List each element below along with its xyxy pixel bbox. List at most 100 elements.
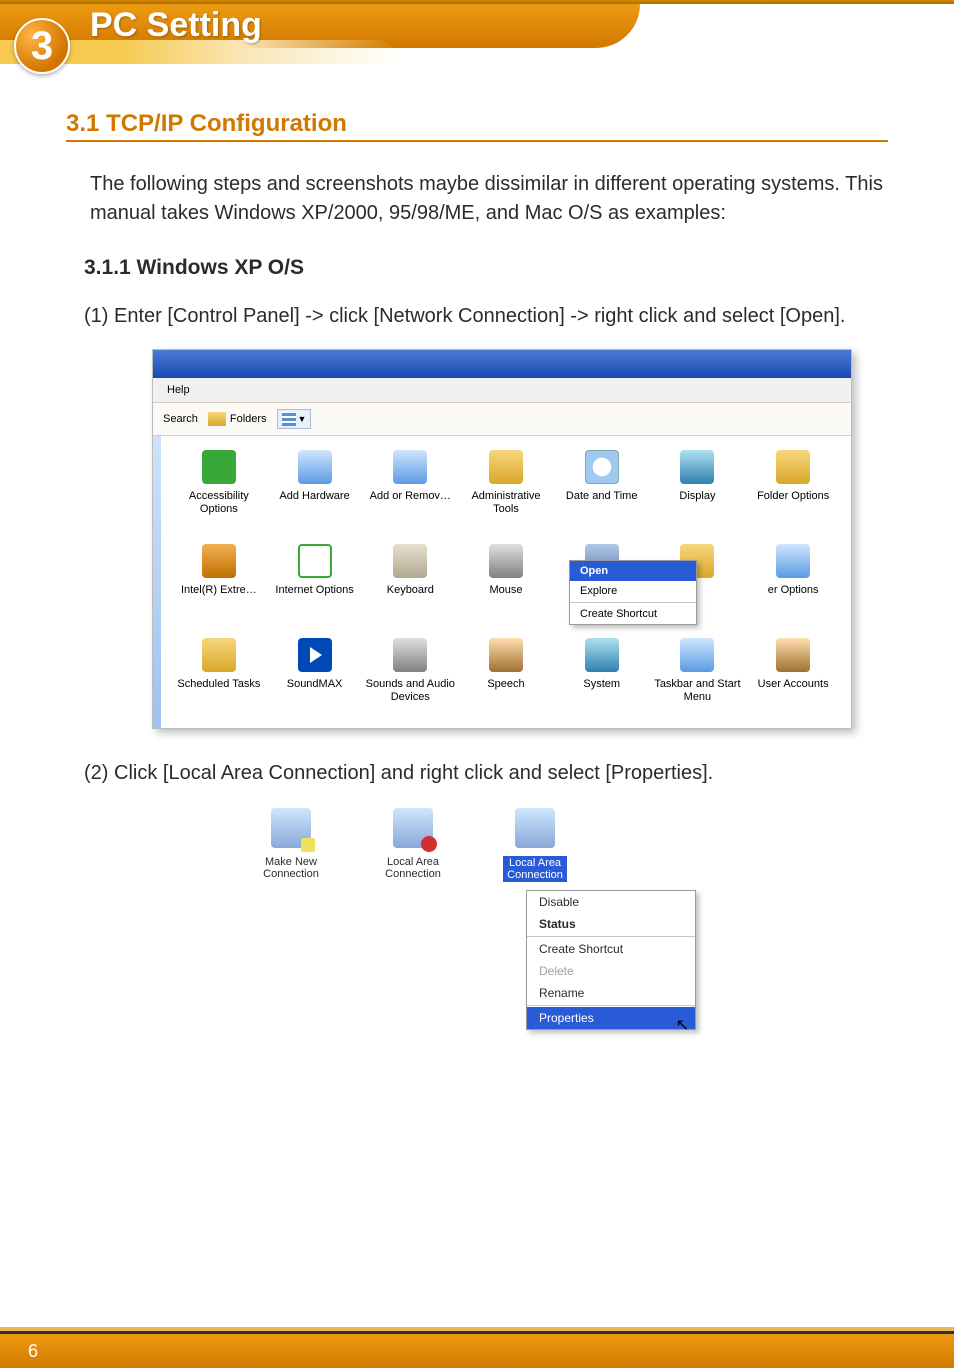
item-label: Administrative Tools	[460, 490, 552, 516]
side-panel	[153, 436, 161, 728]
user-accounts-icon	[776, 638, 810, 672]
icon-grid: Accessibility Options Add Hardware Add o…	[161, 436, 851, 728]
context-menu-rename[interactable]: Rename	[527, 982, 695, 1004]
item-date-time[interactable]: Date and Time	[556, 450, 648, 540]
section-heading: 3.1 TCP/IP Configuration	[66, 110, 888, 142]
context-menu-create-shortcut[interactable]: Create Shortcut	[570, 604, 696, 624]
item-speech[interactable]: Speech	[460, 638, 552, 728]
control-panel-body: Accessibility Options Add Hardware Add o…	[153, 436, 851, 728]
folder-options-icon	[776, 450, 810, 484]
toolbar-views[interactable]: ▼	[277, 409, 312, 429]
item-add-hardware[interactable]: Add Hardware	[269, 450, 361, 540]
item-label: Sounds and Audio Devices	[364, 678, 456, 704]
toolbar-folders[interactable]: Folders	[208, 412, 267, 426]
item-display[interactable]: Display	[652, 450, 744, 540]
soundmax-icon	[298, 638, 332, 672]
item-label: Intel(R) Extre…	[173, 584, 265, 597]
make-new-connection-icon	[271, 808, 311, 848]
step-1-text: (1) Enter [Control Panel] -> click [Netw…	[84, 302, 888, 331]
item-label: Taskbar and Start Menu	[652, 678, 744, 704]
display-icon	[680, 450, 714, 484]
dropdown-arrow-icon: ▼	[298, 414, 307, 424]
admin-tools-icon	[489, 450, 523, 484]
local-area-connection-icon	[515, 808, 555, 848]
internet-options-icon	[298, 544, 332, 578]
properties-label: Properties	[539, 1011, 594, 1025]
item-label: Make New Connection	[236, 856, 346, 880]
context-menu-explore[interactable]: Explore	[570, 581, 696, 601]
intel-icon	[202, 544, 236, 578]
window-titlebar	[153, 350, 851, 378]
chapter-title: PC Setting	[90, 6, 262, 45]
folder-icon	[208, 412, 226, 426]
item-keyboard[interactable]: Keyboard	[364, 544, 456, 634]
item-label: Local Area Connection	[358, 856, 468, 880]
item-make-new-connection[interactable]: Make New Connection	[236, 808, 346, 948]
item-label: Keyboard	[364, 584, 456, 597]
chapter-number-badge: 3	[14, 18, 70, 74]
page-content: 3.1 TCP/IP Configuration The following s…	[0, 68, 954, 948]
views-icon	[282, 412, 296, 426]
local-area-connection-icon	[393, 808, 433, 848]
mouse-icon	[489, 544, 523, 578]
item-soundmax[interactable]: SoundMAX	[269, 638, 361, 728]
item-mouse[interactable]: Mouse	[460, 544, 552, 634]
item-accessibility-options[interactable]: Accessibility Options	[173, 450, 265, 540]
item-admin-tools[interactable]: Administrative Tools	[460, 450, 552, 540]
keyboard-icon	[393, 544, 427, 578]
toolbar-search[interactable]: Search	[163, 413, 198, 425]
power-options-icon	[776, 544, 810, 578]
context-menu-open[interactable]: Open	[570, 561, 696, 581]
item-system[interactable]: System	[556, 638, 648, 728]
section-intro: The following steps and screenshots mayb…	[90, 170, 888, 228]
item-label: Internet Options	[269, 584, 361, 597]
date-time-icon	[585, 450, 619, 484]
item-sounds-audio[interactable]: Sounds and Audio Devices	[364, 638, 456, 728]
context-menu-status[interactable]: Status	[527, 913, 695, 935]
item-label: Speech	[460, 678, 552, 691]
context-menu-connection: Disable Status Create Shortcut Delete Re…	[526, 890, 696, 1030]
add-hardware-icon	[298, 450, 332, 484]
item-local-area-connection-1[interactable]: Local Area Connection	[358, 808, 468, 948]
speech-icon	[489, 638, 523, 672]
context-menu-properties[interactable]: Properties ↖	[527, 1007, 695, 1029]
item-label-selected: Local Area Connection	[503, 856, 567, 882]
label-line2: Connection	[507, 869, 563, 881]
item-power-options[interactable]: er Options	[747, 544, 839, 634]
item-label: User Accounts	[747, 678, 839, 691]
subsection-heading: 3.1.1 Windows XP O/S	[84, 256, 888, 280]
sounds-audio-icon	[393, 638, 427, 672]
item-label: er Options	[747, 584, 839, 597]
screenshot-network-connections: Make New Connection Local Area Connectio…	[236, 808, 776, 948]
item-label: SoundMAX	[269, 678, 361, 691]
toolbar-folders-label: Folders	[230, 413, 267, 425]
toolbar: Search Folders ▼	[153, 402, 851, 436]
item-add-remove[interactable]: Add or Remov…	[364, 450, 456, 540]
item-user-accounts[interactable]: User Accounts	[747, 638, 839, 728]
context-menu-create-shortcut[interactable]: Create Shortcut	[527, 938, 695, 960]
page-footer: 6	[0, 1327, 954, 1368]
item-internet-options[interactable]: Internet Options	[269, 544, 361, 634]
menu-bar: Help	[153, 378, 851, 402]
item-taskbar-start-menu[interactable]: Taskbar and Start Menu	[652, 638, 744, 728]
item-label: Add or Remov…	[364, 490, 456, 503]
context-menu-disable[interactable]: Disable	[527, 891, 695, 913]
item-label: System	[556, 678, 648, 691]
accessibility-icon	[202, 450, 236, 484]
item-label: Mouse	[460, 584, 552, 597]
footer-band: 6	[0, 1334, 954, 1368]
mouse-cursor-icon: ↖	[676, 1015, 689, 1035]
chapter-header: 3 PC Setting	[0, 4, 954, 68]
step-2-text: (2) Click [Local Area Connection] and ri…	[84, 759, 888, 788]
scheduled-tasks-icon	[202, 638, 236, 672]
item-label: Add Hardware	[269, 490, 361, 503]
item-scheduled-tasks[interactable]: Scheduled Tasks	[173, 638, 265, 728]
item-label: Date and Time	[556, 490, 648, 503]
item-label: Display	[652, 490, 744, 503]
menu-help[interactable]: Help	[167, 384, 190, 396]
context-menu-network: Open Explore Create Shortcut	[569, 560, 697, 625]
item-folder-options[interactable]: Folder Options	[747, 450, 839, 540]
page-number: 6	[28, 1341, 38, 1361]
item-intel-extreme[interactable]: Intel(R) Extre…	[173, 544, 265, 634]
screenshot-control-panel: Help Search Folders ▼ Accessibility Opti…	[152, 349, 852, 729]
